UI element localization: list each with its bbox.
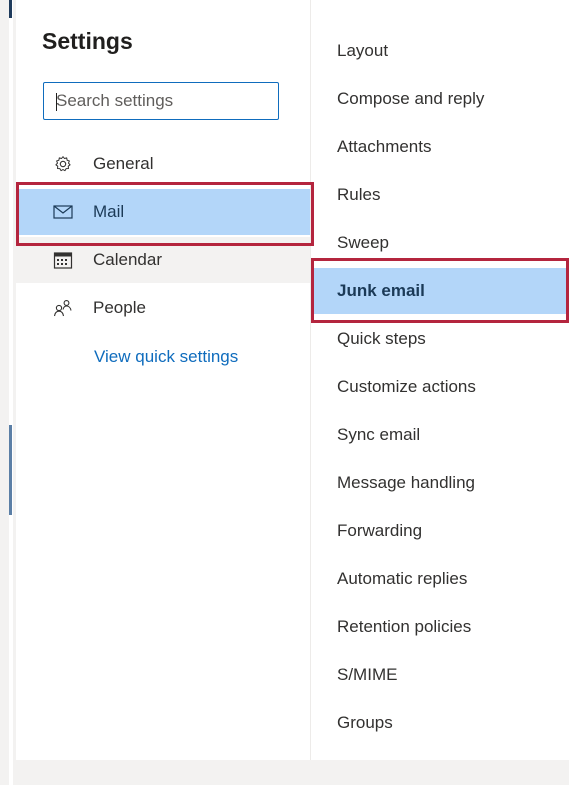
nav-item-mail[interactable]: Mail: [16, 189, 310, 235]
background-window-divider: [9, 0, 13, 785]
nav-item-people[interactable]: People: [16, 285, 310, 331]
mail-setting-customize-actions[interactable]: Customize actions: [311, 364, 569, 410]
background-window-bottom: [16, 760, 569, 785]
mail-setting-sweep[interactable]: Sweep: [311, 220, 569, 266]
mail-setting-label: Customize actions: [337, 377, 476, 396]
mail-setting-label: Automatic replies: [337, 569, 468, 588]
mail-setting-label: Junk email: [337, 281, 425, 300]
mail-setting-label: Forwarding: [337, 521, 423, 540]
mail-setting-label: Rules: [337, 185, 381, 204]
mail-setting-label: S/MIME: [337, 665, 398, 684]
nav-label-calendar: Calendar: [93, 250, 162, 269]
mail-setting-label: Sweep: [337, 233, 389, 252]
mail-setting-label: Retention policies: [337, 617, 472, 636]
nav-label-people: People: [93, 298, 146, 317]
nav-label-general: General: [93, 154, 154, 173]
search-settings-input[interactable]: [44, 83, 278, 119]
mail-setting-groups[interactable]: Groups: [311, 700, 569, 746]
mail-setting-attachments[interactable]: Attachments: [311, 124, 569, 170]
background-window-accent: [9, 0, 12, 18]
nav-label-mail: Mail: [93, 202, 125, 221]
mail-setting-label: Quick steps: [337, 329, 426, 348]
view-quick-settings-link[interactable]: View quick settings: [94, 347, 238, 367]
mail-setting-retention-policies[interactable]: Retention policies: [311, 604, 569, 650]
gear-icon: [55, 156, 71, 172]
mail-setting-label: Compose and reply: [337, 89, 485, 108]
mail-setting-label: Message handling: [337, 473, 475, 492]
mail-setting-layout[interactable]: Layout: [311, 28, 569, 74]
mail-setting-smime[interactable]: S/MIME: [311, 652, 569, 698]
nav-item-calendar[interactable]: Calendar: [16, 237, 310, 283]
mail-icon: [53, 205, 73, 219]
people-icon: [53, 300, 72, 317]
mail-setting-quick-steps[interactable]: Quick steps: [311, 316, 569, 362]
nav-item-general[interactable]: General: [16, 141, 310, 187]
settings-left-pane: Settings General Mail Calendar: [16, 0, 310, 760]
mail-setting-sync-email[interactable]: Sync email: [311, 412, 569, 458]
mail-settings-pane: Layout Compose and reply Attachments Rul…: [311, 0, 569, 760]
mail-setting-label: Groups: [337, 713, 393, 732]
mail-setting-label: Sync email: [337, 425, 421, 444]
mail-setting-automatic-replies[interactable]: Automatic replies: [311, 556, 569, 602]
background-window-accent: [9, 425, 12, 515]
background-window-edge: [0, 0, 16, 785]
settings-title: Settings: [42, 28, 133, 54]
search-settings-box[interactable]: [43, 82, 279, 120]
mail-setting-forwarding[interactable]: Forwarding: [311, 508, 569, 554]
mail-setting-message-handling[interactable]: Message handling: [311, 460, 569, 506]
mail-setting-rules[interactable]: Rules: [311, 172, 569, 218]
mail-setting-compose-and-reply[interactable]: Compose and reply: [311, 76, 569, 122]
calendar-icon: [53, 252, 73, 269]
mail-setting-label: Attachments: [337, 137, 432, 156]
mail-setting-junk-email[interactable]: Junk email: [311, 268, 569, 314]
mail-setting-label: Layout: [337, 41, 389, 60]
text-caret: [56, 93, 57, 111]
